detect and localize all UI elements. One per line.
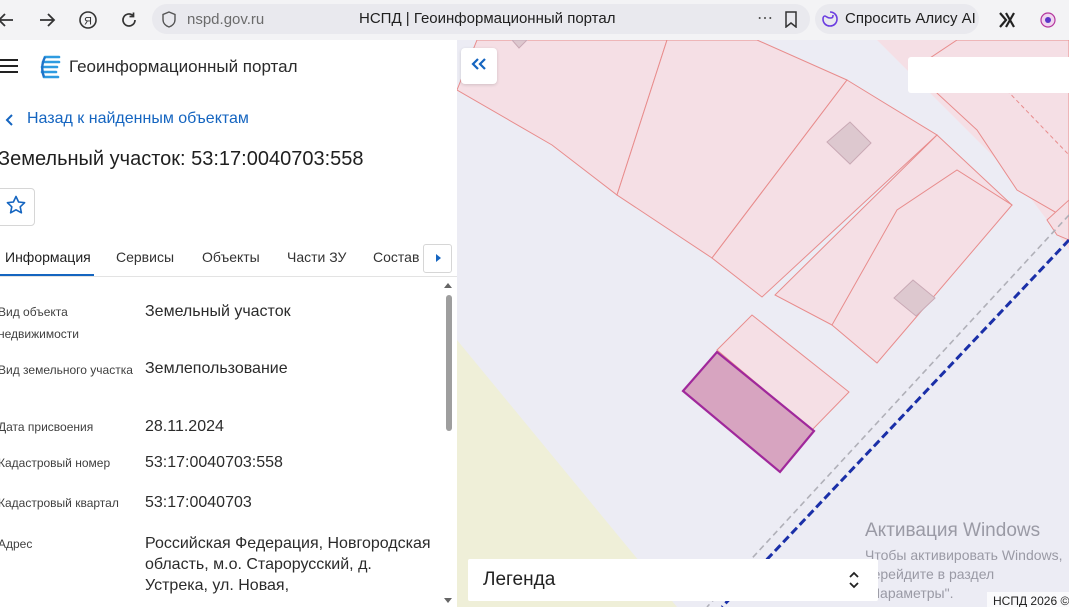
property-label: Кадастровый номер xyxy=(0,456,111,470)
legend-panel[interactable]: Легенда xyxy=(468,559,878,601)
alice-icon xyxy=(821,10,839,33)
tab-services[interactable]: Сервисы xyxy=(116,249,174,265)
browser-toolbar: Я nspd.gov.ru НСПД | Геоинформационный п… xyxy=(0,0,1069,40)
portal-name: Геоинформационный портал xyxy=(69,57,298,76)
map-copyright: НСПД 2026 © xyxy=(987,592,1069,607)
tab-composition[interactable]: Состав xyxy=(373,249,419,265)
ask-alice-label: Спросить Алису AI xyxy=(845,10,976,27)
property-value: 53:17:0040703 xyxy=(145,494,252,511)
expand-collapse-icon[interactable] xyxy=(848,569,860,596)
back-to-results-link[interactable]: Назад к найденным объектам xyxy=(27,110,249,128)
tab-bar: Информация Сервисы Объекты Части ЗУ Сост… xyxy=(0,240,457,277)
property-value: Земельный участок xyxy=(145,303,291,320)
collapse-panel-button[interactable] xyxy=(461,48,497,84)
double-chevron-left-icon xyxy=(471,57,487,76)
forward-arrow-icon[interactable] xyxy=(33,6,61,34)
chevron-left-icon[interactable] xyxy=(4,113,14,132)
menu-icon[interactable] xyxy=(0,59,18,78)
object-title: Земельный участок: 53:17:0040703:558 xyxy=(0,148,364,170)
tabs-scroll-right-button[interactable] xyxy=(423,244,452,273)
object-info-panel: Геоинформационный портал Назад к найденн… xyxy=(0,40,457,607)
reload-icon[interactable] xyxy=(115,6,143,34)
property-label: Адрес xyxy=(0,537,33,551)
map-search-box[interactable] xyxy=(908,57,1069,93)
yandex-icon[interactable]: Я xyxy=(74,6,102,34)
tab-parcel-parts[interactable]: Части ЗУ xyxy=(287,249,346,265)
tab-information[interactable]: Информация xyxy=(5,249,91,265)
property-value: 53:17:0040703:558 xyxy=(145,454,283,471)
property-value: Землепользование xyxy=(145,360,288,377)
property-value: Российская Федерация, Новгородская облас… xyxy=(145,535,431,594)
property-value: 28.11.2024 xyxy=(145,418,224,435)
property-label: Вид земельного участка xyxy=(0,363,133,377)
shield-icon xyxy=(161,11,177,33)
page-title: НСПД | Геоинформационный портал xyxy=(359,10,616,27)
property-label: Вид объекта недвижимости xyxy=(0,305,79,341)
url-text: nspd.gov.ru xyxy=(187,11,265,28)
star-icon xyxy=(6,195,26,220)
profile-icon[interactable] xyxy=(1034,6,1062,34)
property-label: Дата присвоения xyxy=(0,420,94,434)
extension-icon[interactable] xyxy=(993,6,1021,34)
legend-label: Легенда xyxy=(483,569,556,590)
activation-title: Активация Windows xyxy=(865,520,1041,541)
windows-activation-watermark: Активация Windows Чтобы активировать Win… xyxy=(865,520,1069,603)
address-bar[interactable]: nspd.gov.ru НСПД | Геоинформационный пор… xyxy=(152,4,810,34)
bookmark-icon[interactable] xyxy=(784,11,798,33)
more-icon[interactable]: ⋯ xyxy=(757,8,773,28)
scrollbar-thumb[interactable] xyxy=(446,295,452,431)
tab-objects[interactable]: Объекты xyxy=(202,249,260,265)
portal-logo-icon xyxy=(39,55,61,84)
back-arrow-icon[interactable] xyxy=(0,6,20,34)
active-tab-indicator xyxy=(0,274,94,276)
property-label: Кадастровый квартал xyxy=(0,496,119,510)
ask-alice-button[interactable]: Спросить Алису AI xyxy=(815,4,979,34)
svg-text:Я: Я xyxy=(84,16,92,28)
caret-right-icon xyxy=(434,250,442,268)
favorite-button[interactable] xyxy=(0,188,35,226)
